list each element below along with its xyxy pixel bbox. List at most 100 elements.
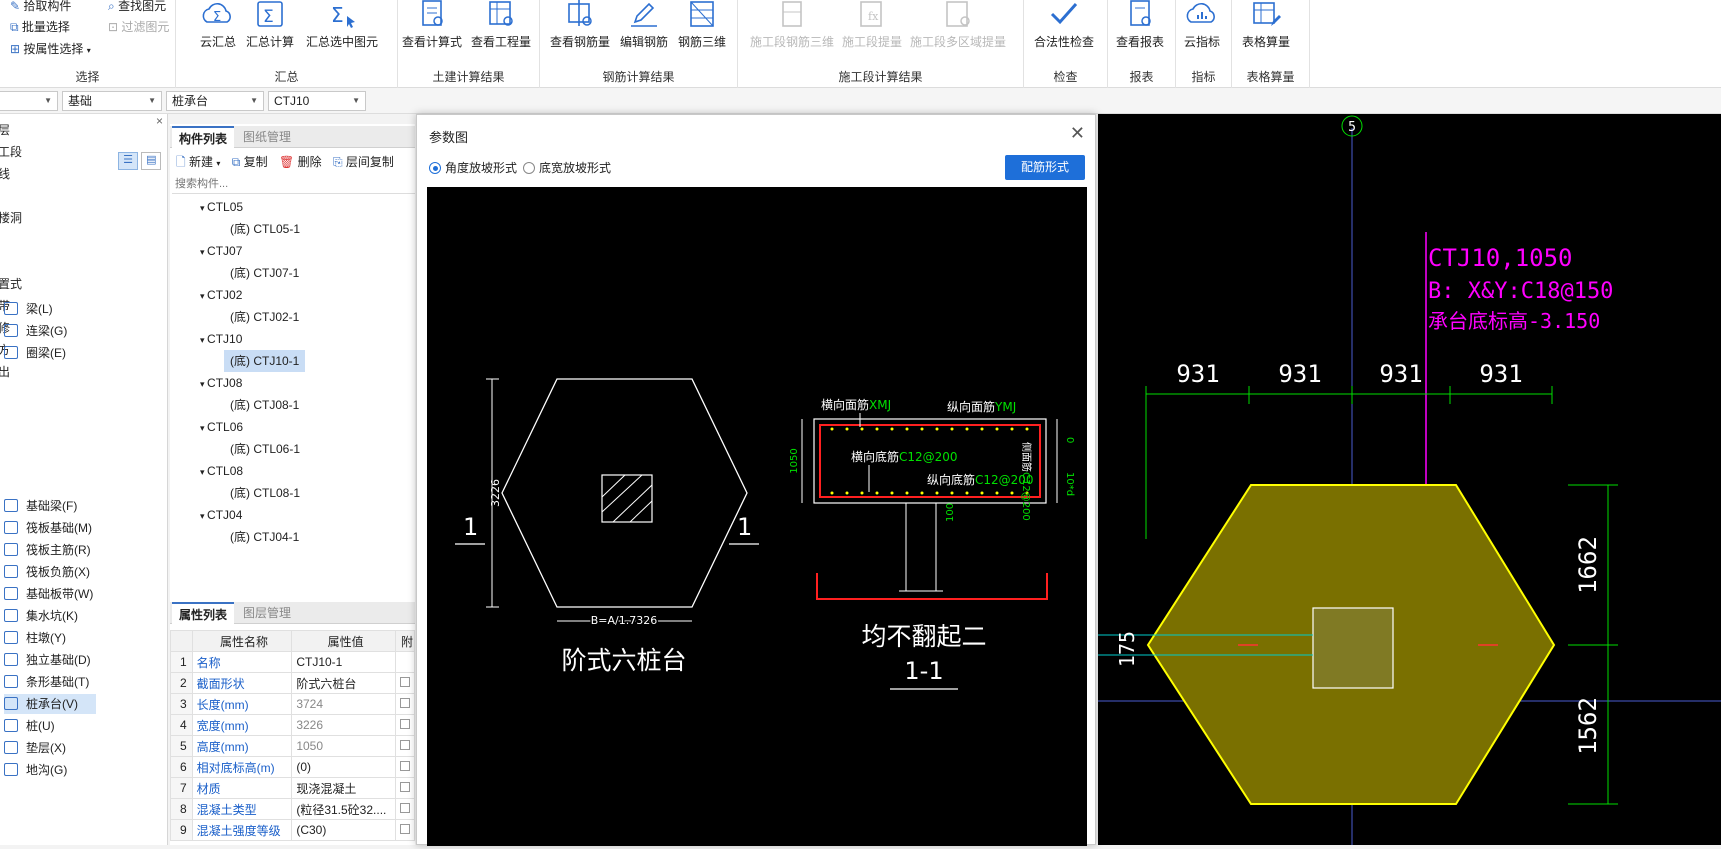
nav-partial-item[interactable]: 层 [0,120,10,140]
property-row[interactable]: 4 宽度(mm) 3226 [170,714,415,736]
attach-checkbox[interactable] [395,777,415,799]
sidebar-item-trench[interactable]: 地沟(G) [4,760,96,780]
property-value[interactable]: 3724 [291,693,397,715]
attach-checkbox[interactable] [395,672,415,694]
tree-leaf-node[interactable]: (底) CTJ02-1 [230,306,299,328]
nav-partial-item[interactable]: 置式 [0,274,22,294]
property-row[interactable]: 9 混凝土强度等级 (C30) [170,819,415,841]
property-row[interactable]: 8 混凝土类型 (粒径31.5砼32.... [170,798,415,820]
nav-partial-item[interactable]: 线 [0,164,10,184]
table-quantity-button[interactable]: 表格算量 [1242,0,1290,50]
sidebar-item-raft-neg-rebar[interactable]: 筏板负筋(X) [4,562,96,582]
sidebar-item-pile-cap[interactable]: 桩承台(V) [4,694,96,714]
attach-checkbox[interactable] [395,798,415,820]
sidebar-item-sump[interactable]: 集水坑(K) [4,606,96,626]
chevron-down-icon[interactable]: ▾ [200,291,207,301]
floor-copy-button[interactable]: ⎘ 层间复制 [333,155,394,169]
radio-width-slope[interactable]: 底宽放坡形式 [523,159,611,176]
tree-leaf-node[interactable]: (底) CTL05-1 [230,218,300,240]
chevron-down-icon[interactable]: ▾ [200,423,207,433]
filter-element-button[interactable]: ⊡ 过滤图元 [108,18,169,35]
tree-group-node[interactable]: ▾ CTJ10 [200,328,242,350]
tree-group-node[interactable]: ▾ CTL05 [200,196,243,218]
tree-leaf-node[interactable]: (底) CTJ08-1 [230,394,299,416]
tree-group-node[interactable]: ▾ CTJ02 [200,284,242,306]
close-icon[interactable]: × [156,114,163,128]
sidebar-item-strip[interactable]: 基础板带(W) [4,584,96,604]
property-value[interactable]: (0) [291,756,397,778]
rebar-3d-button[interactable]: 钢筋三维 [678,0,726,50]
new-button[interactable]: 🗋 新建 ▾ [176,155,220,169]
property-value[interactable]: (粒径31.5砼32.... [291,798,397,820]
property-value[interactable]: (C30) [291,819,397,841]
property-row[interactable]: 3 长度(mm) 3724 [170,693,415,715]
sidebar-item-beam[interactable]: 梁(L) [4,299,96,319]
component-dropdown[interactable]: CTJ10 ▼ [268,91,366,111]
tree-leaf-node[interactable]: (底) CTL06-1 [230,438,300,460]
stage-rebar-3d-button[interactable]: 施工段钢筋三维 [750,0,834,50]
property-value[interactable]: 3226 [291,714,397,736]
tree-leaf-node[interactable]: (底) CTJ04-1 [230,526,299,548]
tree-leaf-node[interactable]: (底) CTJ07-1 [230,262,299,284]
sidebar-item-pile[interactable]: 桩(U) [4,716,96,736]
nav-partial-item[interactable]: 出 [0,362,10,382]
stage-quantity-button[interactable]: fx 施工段提量 [842,0,902,50]
property-row[interactable]: 2 截面形状 阶式六桩台 [170,672,415,694]
attach-checkbox[interactable] [395,714,415,736]
tree-group-node[interactable]: ▾ CTJ07 [200,240,242,262]
edit-rebar-button[interactable]: 编辑钢筋 [620,0,668,50]
view-quantity-button[interactable]: 查看工程量 [471,0,531,50]
property-value[interactable]: 阶式六桩台 [291,672,397,694]
tab-property-list[interactable]: 属性列表 [172,602,235,624]
view-formula-button[interactable]: 查看计算式 [402,0,462,50]
nav-partial-item[interactable]: 楼洞 [0,208,22,228]
sidebar-item-ring-beam[interactable]: 圈梁(E) [4,343,96,363]
cloud-index-button[interactable]: 云指标 [1184,0,1220,50]
attach-checkbox[interactable] [395,756,415,778]
property-value[interactable]: CTJ10-1 [291,651,397,673]
component-search-input[interactable] [172,174,415,194]
sidebar-item-isolated-footing[interactable]: 独立基础(D) [4,650,96,670]
sidebar-item-strip-footing[interactable]: 条形基础(T) [4,672,96,692]
property-row[interactable]: 1 名称 CTJ10-1 [170,651,415,673]
radio-angle-slope[interactable]: 角度放坡形式 [429,159,517,176]
property-row[interactable]: 5 高度(mm) 1050 [170,735,415,757]
sidebar-item-raft[interactable]: 筏板基础(M) [4,518,96,538]
sidebar-item-cushion[interactable]: 垫层(X) [4,738,96,758]
close-icon[interactable]: ✕ [1070,123,1085,144]
cloud-summary-button[interactable]: Σ 云汇总 [200,0,236,50]
chevron-down-icon[interactable]: ▾ [200,511,207,521]
tree-group-node[interactable]: ▾ CTJ04 [200,504,242,526]
sidebar-item-link-beam[interactable]: 连梁(G) [4,321,96,341]
property-value[interactable]: 1050 [291,735,397,757]
property-value[interactable]: 现浇混凝土 [291,777,397,799]
tree-leaf-node[interactable]: (底) CTL08-1 [230,482,300,504]
nav-partial-item[interactable]: 工段 [0,142,22,162]
chevron-down-icon[interactable]: ▾ [200,247,207,257]
pick-component-button[interactable]: ✎ 拾取构件 [10,0,71,14]
tree-leaf-node[interactable]: (底) CTJ10-1 [224,350,306,372]
chevron-down-icon[interactable]: ▾ [200,379,207,389]
floor-dropdown[interactable]: ▼ [0,91,58,111]
tree-group-node[interactable]: ▾ CTL08 [200,460,243,482]
chevron-down-icon[interactable]: ▾ [200,203,207,213]
chevron-down-icon[interactable]: ▾ [200,335,207,345]
tab-component-list[interactable]: 构件列表 [172,126,235,148]
tree-group-node[interactable]: ▾ CTL06 [200,416,243,438]
summary-calc-button[interactable]: Σ 汇总计算 [246,0,294,50]
type-dropdown[interactable]: 桩承台 ▼ [166,91,264,111]
tab-layer-manager[interactable]: 图层管理 [236,602,298,624]
list-view-icon[interactable]: ☰ [118,152,138,170]
chevron-down-icon[interactable]: ▾ [200,467,207,477]
tab-drawing-manager[interactable]: 图纸管理 [236,126,298,148]
sidebar-item-raft-rebar[interactable]: 筏板主筋(R) [4,540,96,560]
find-element-button[interactable]: ⌕ 查找图元 [108,0,166,14]
attach-checkbox[interactable] [395,735,415,757]
property-row[interactable]: 6 相对底标高(m) (0) [170,756,415,778]
attach-checkbox[interactable] [395,693,415,715]
stage-multi-area-button[interactable]: 施工段多区域提量 [910,0,1006,50]
detail-view-icon[interactable]: ▤ [141,152,162,170]
validity-check-button[interactable]: 合法性检查 [1034,0,1094,50]
sidebar-item-foundation-beam[interactable]: 基础梁(F) [4,496,96,516]
batch-select-button[interactable]: ⧉ 批量选择 [10,18,70,35]
